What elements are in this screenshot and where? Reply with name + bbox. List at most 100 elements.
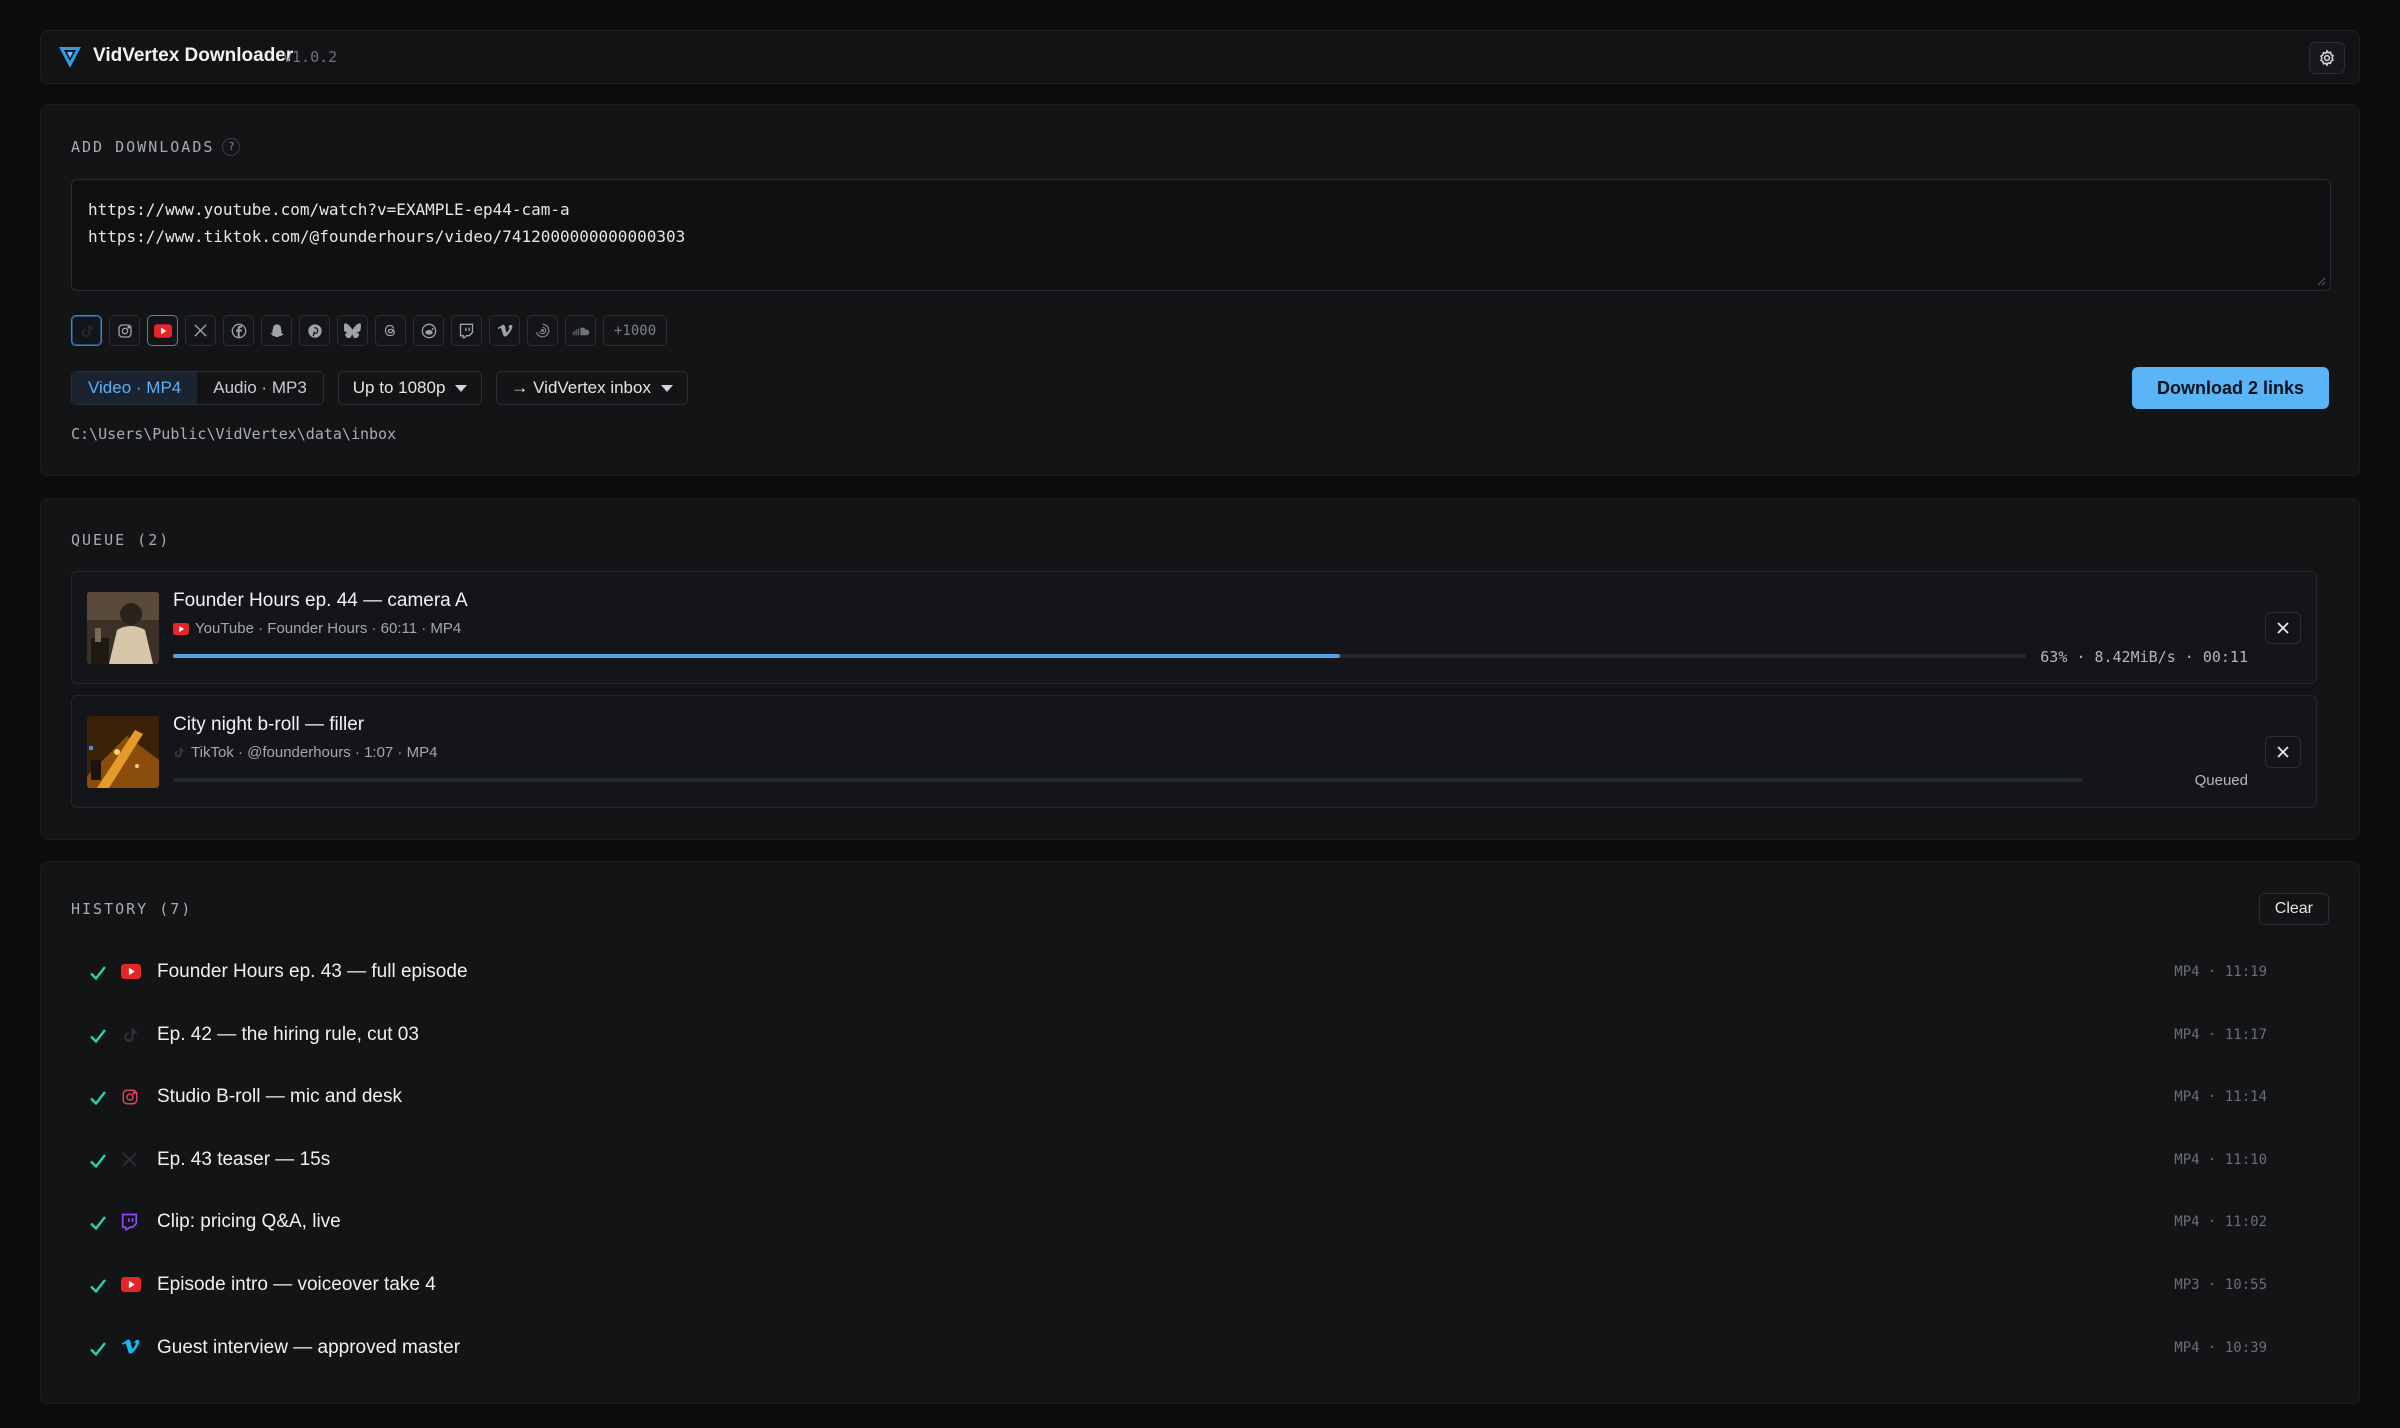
platform-twitch[interactable]: [451, 315, 482, 346]
history-item-title: Ep. 43 teaser — 15s: [157, 1148, 331, 1170]
checkmark-icon: [87, 1212, 109, 1234]
platform-threads[interactable]: [375, 315, 406, 346]
remove-button[interactable]: [2265, 736, 2301, 768]
youtube-icon: [173, 622, 189, 635]
pinterest-icon: [307, 323, 322, 338]
history-item-meta: MP4 · 10:39: [2174, 1339, 2267, 1356]
platform-dailymotion[interactable]: [527, 315, 558, 346]
url-line: https://www.tiktok.com/@founderhours/vid…: [88, 227, 686, 246]
history-item-title: Clip: pricing Q&A, live: [157, 1211, 341, 1233]
checkmark-icon: [87, 1275, 109, 1297]
queue-item-meta: YouTube · Founder Hours · 60:11 · MP4: [173, 620, 461, 637]
app-name: VidVertex Downloader: [93, 45, 294, 66]
history-row[interactable]: Founder Hours ep. 43 — full episode MP4 ·…: [87, 958, 2267, 988]
queue-panel: QUEUE (2) Founder Hours ep. 44 — camera …: [40, 498, 2360, 840]
add-downloads-title: ADD DOWNLOADS: [71, 138, 215, 156]
destination-value: → VidVertex inbox: [511, 378, 651, 397]
history-item-meta: MP4 · 11:17: [2174, 1026, 2267, 1043]
platform-bluesky[interactable]: [337, 315, 368, 346]
format-video-mp4[interactable]: Video · MP4: [72, 372, 198, 404]
facebook-icon: [231, 323, 246, 338]
progress-bar: [173, 778, 2083, 782]
dailymotion-icon: [535, 323, 550, 338]
app-header: VidVertex Downloader v1.0.2: [40, 30, 2360, 84]
format-segmented-control: Video · MP4 Audio · MP3: [71, 371, 324, 405]
soundcloud-icon: [572, 326, 589, 335]
youtube-icon: [121, 1276, 141, 1296]
x-icon: [121, 1151, 141, 1171]
queue-item-title: Founder Hours ep. 44 — camera A: [173, 590, 468, 611]
platform-snapchat[interactable]: [261, 315, 292, 346]
output-path: C:\Users\Public\VidVertex\data\inbox: [71, 425, 397, 443]
vimeo-icon: [497, 324, 512, 337]
instagram-icon: [121, 1088, 141, 1108]
quality-dropdown[interactable]: Up to 1080p: [337, 371, 483, 405]
platform-x[interactable]: [185, 315, 216, 346]
progress-bar: [173, 654, 2026, 658]
twitch-icon: [459, 323, 474, 338]
settings-button[interactable]: [2309, 42, 2345, 74]
checkmark-icon: [87, 1025, 109, 1047]
checkmark-icon: [87, 1338, 109, 1360]
history-row[interactable]: Ep. 42 — the hiring rule, cut 03 MP4 · 11…: [87, 1021, 2267, 1051]
queue-title: QUEUE (2): [71, 531, 171, 549]
history-panel: HISTORY (7) Clear Founder Hours ep. 43 —…: [40, 861, 2360, 1404]
history-row[interactable]: Clip: pricing Q&A, live MP4 · 11:02: [87, 1208, 2267, 1238]
platform-pinterest[interactable]: [299, 315, 330, 346]
checkmark-icon: [87, 1087, 109, 1109]
close-icon: [2277, 746, 2289, 758]
youtube-icon: [153, 323, 172, 338]
queue-item-meta: TikTok · @founderhours · 1:07 · MP4: [173, 744, 437, 761]
queue-item: City night b-roll — filler TikTok · @fou…: [71, 695, 2317, 808]
platform-facebook[interactable]: [223, 315, 254, 346]
queue-item-meta-text: TikTok · @founderhours · 1:07 · MP4: [191, 744, 438, 761]
add-downloads-heading: ADD DOWNLOADS?: [71, 138, 241, 156]
platform-youtube[interactable]: [147, 315, 178, 346]
history-row[interactable]: Ep. 43 teaser — 15s MP4 · 11:10: [87, 1146, 2267, 1176]
clear-history-button[interactable]: Clear: [2258, 893, 2329, 925]
help-icon[interactable]: ?: [222, 138, 241, 156]
history-item-title: Guest interview — approved master: [157, 1336, 461, 1358]
history-row[interactable]: Episode intro — voiceover take 4 MP3 · 10…: [87, 1271, 2267, 1301]
platform-soundcloud[interactable]: [565, 315, 596, 346]
snapchat-icon: [269, 323, 284, 337]
history-item-meta: MP4 · 11:10: [2174, 1151, 2267, 1168]
history-item-meta: MP4 · 11:02: [2174, 1214, 2267, 1231]
video-thumbnail: [87, 592, 159, 664]
queue-item-title: City night b-roll — filler: [173, 714, 365, 735]
history-item-meta: MP4 · 11:14: [2174, 1089, 2267, 1106]
history-item-meta: MP3 · 10:55: [2174, 1277, 2267, 1293]
history-item-title: Founder Hours ep. 43 — full episode: [157, 961, 468, 982]
queue-item-meta-text: YouTube · Founder Hours · 60:11 · MP4: [195, 620, 462, 637]
history-item-title: Episode intro — voiceover take 4: [157, 1274, 436, 1295]
format-audio-mp3[interactable]: Audio · MP3: [197, 372, 323, 404]
twitch-icon: [121, 1213, 141, 1233]
platform-vimeo[interactable]: [489, 315, 520, 346]
platform-tiktok[interactable]: [71, 315, 102, 346]
destination-dropdown[interactable]: → VidVertex inbox: [496, 371, 688, 405]
history-item-meta: MP4 · 11:19: [2174, 964, 2267, 980]
url-line: https://www.youtube.com/watch?v=EXAMPLE-…: [88, 200, 570, 219]
progress-fill: [173, 654, 1341, 658]
queue-item: Founder Hours ep. 44 — camera A YouTube …: [71, 571, 2317, 684]
add-downloads-panel: ADD DOWNLOADS? https://www.youtube.com/w…: [40, 104, 2360, 476]
tiktok-icon: [175, 748, 184, 758]
bluesky-icon: [344, 323, 361, 338]
history-row[interactable]: Studio B-roll — mic and desk MP4 · 11:14: [87, 1083, 2267, 1113]
close-icon: [2277, 622, 2289, 634]
tiktok-icon: [121, 1026, 141, 1046]
instagram-icon: [117, 323, 132, 338]
resize-handle-icon[interactable]: [2316, 276, 2326, 286]
vimeo-icon: [121, 1339, 141, 1359]
remove-button[interactable]: [2265, 612, 2301, 644]
platform-instagram[interactable]: [109, 315, 140, 346]
download-button[interactable]: Download 2 links: [2131, 367, 2329, 409]
platform-reddit[interactable]: [413, 315, 444, 346]
chevron-down-icon: [660, 384, 673, 392]
chevron-down-icon: [455, 384, 468, 392]
tiktok-icon: [81, 324, 93, 337]
queue-item-status: Queued: [2194, 772, 2248, 789]
more-platforms-button[interactable]: +1000: [603, 315, 668, 346]
history-row[interactable]: Guest interview — approved master MP4 · 1…: [87, 1334, 2267, 1364]
url-textarea[interactable]: https://www.youtube.com/watch?v=EXAMPLE-…: [71, 179, 2331, 291]
